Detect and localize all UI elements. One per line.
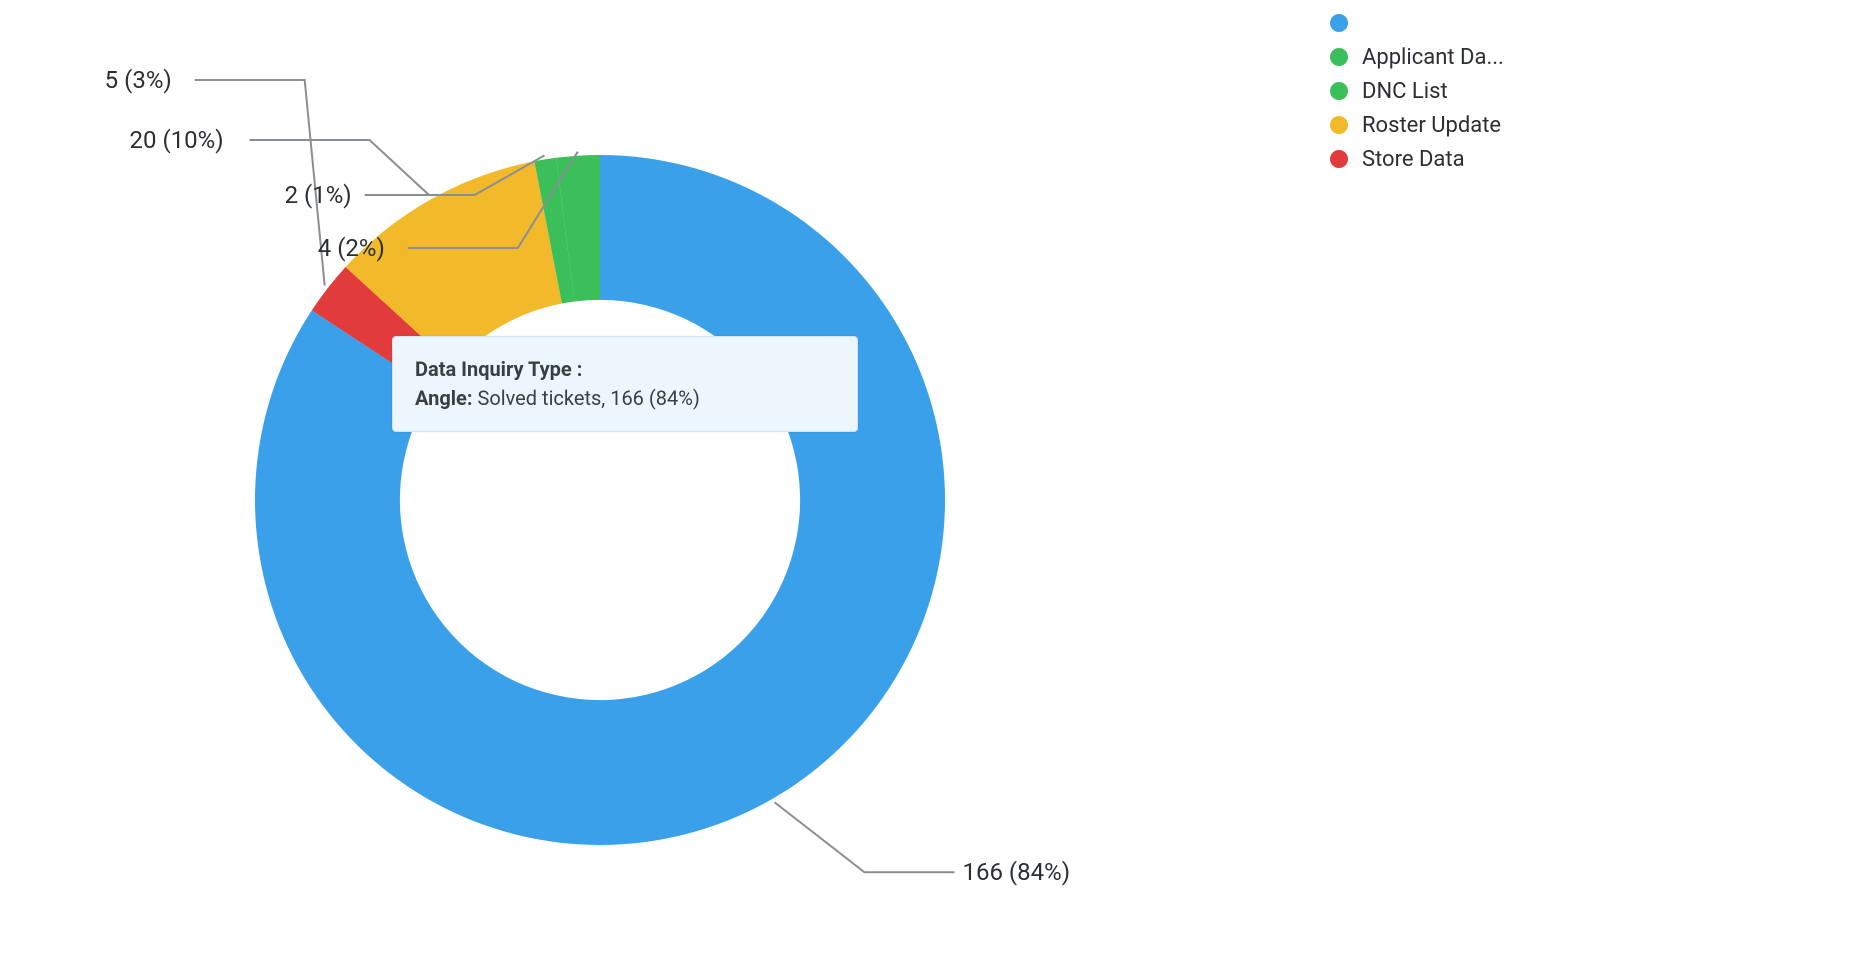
slice-label-store-data: 5 (3%) (105, 66, 172, 94)
tooltip-measure-value: Solved tickets, 166 (84%) (477, 386, 699, 410)
legend-swatch (1330, 14, 1348, 32)
chart-legend: Applicant Da... DNC List Roster Update Stor… (1330, 6, 1504, 176)
legend-swatch (1330, 150, 1348, 168)
leader-line (775, 802, 955, 872)
slice-label-applicant: 4 (2%) (318, 234, 385, 262)
slice-label-roster: 20 (10%) (130, 126, 224, 154)
legend-label: DNC List (1362, 79, 1448, 104)
legend-label: Roster Update (1362, 113, 1501, 138)
legend-swatch (1330, 82, 1348, 100)
legend-item[interactable]: Store Data (1330, 142, 1504, 176)
tooltip-measure-label: Angle: (415, 386, 473, 410)
legend-swatch (1330, 48, 1348, 66)
chart-stage: 166 (84%) 5 (3%) 20 (10%) 2 (1%) 4 (2%) … (0, 0, 1856, 954)
slice-label-dnc: 2 (1%) (285, 181, 352, 209)
tooltip-dimension-label: Data Inquiry Type : (415, 357, 582, 381)
legend-item[interactable]: Applicant Da... (1330, 40, 1504, 74)
legend-swatch (1330, 116, 1348, 134)
legend-item[interactable] (1330, 6, 1504, 40)
slice-label-blank: 166 (84%) (963, 858, 1071, 886)
chart-tooltip: Data Inquiry Type : Angle: Solved ticket… (392, 336, 858, 432)
legend-item[interactable]: Roster Update (1330, 108, 1504, 142)
legend-label: Applicant Da... (1362, 45, 1504, 70)
legend-item[interactable]: DNC List (1330, 74, 1504, 108)
legend-label: Store Data (1362, 147, 1465, 172)
